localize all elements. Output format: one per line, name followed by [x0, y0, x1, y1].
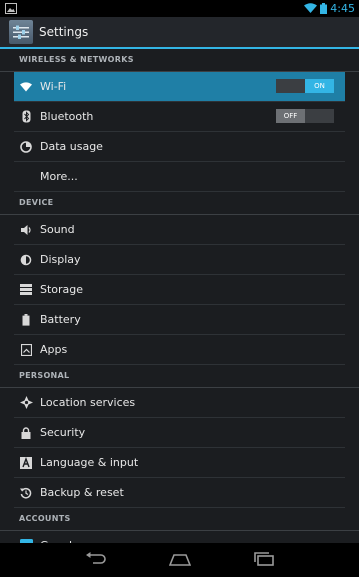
bluetooth-toggle[interactable]: OFF: [276, 109, 334, 123]
wifi-toggle[interactable]: ON: [276, 79, 334, 93]
status-bar: 4:45: [0, 0, 359, 17]
settings-item-label: Bluetooth: [40, 110, 94, 123]
data-usage-icon: [19, 140, 33, 154]
home-icon: [168, 551, 191, 570]
back-button[interactable]: [82, 550, 110, 570]
settings-item-apps[interactable]: Apps: [14, 335, 345, 365]
back-icon: [85, 551, 107, 570]
settings-item-storage[interactable]: Storage: [14, 275, 345, 305]
recent-apps-button[interactable]: [250, 550, 278, 570]
settings-item-language[interactable]: Language & input: [14, 448, 345, 478]
bluetooth-toggle-label: OFF: [276, 109, 305, 123]
settings-item-battery[interactable]: Battery: [14, 305, 345, 335]
section-header-personal: PERSONAL: [0, 365, 359, 388]
settings-item-label: Language & input: [40, 456, 139, 469]
settings-app-icon[interactable]: [9, 20, 33, 44]
settings-item-location[interactable]: Location services: [14, 388, 345, 418]
settings-item-label: Storage: [40, 283, 84, 296]
language-icon: [19, 456, 33, 470]
backup-icon: [19, 486, 33, 500]
settings-item-label: Apps: [40, 343, 68, 356]
wifi-toggle-label: ON: [305, 79, 334, 93]
display-icon: [19, 253, 33, 267]
battery-status-icon: [320, 0, 328, 18]
settings-item-label: Wi-Fi: [40, 80, 67, 93]
lock-icon: [19, 426, 33, 440]
settings-item-label: Data usage: [40, 140, 103, 153]
section-header-accounts: ACCOUNTS: [0, 508, 359, 531]
storage-icon: [19, 283, 33, 297]
notification-image-icon: [5, 0, 17, 18]
settings-item-label: Location services: [40, 396, 136, 409]
settings-item-display[interactable]: Display: [14, 245, 345, 275]
section-header-device: DEVICE: [0, 192, 359, 215]
settings-list: WIRELESS & NETWORKS Wi-Fi ON Bluetooth O…: [0, 49, 359, 561]
settings-item-label: Display: [40, 253, 81, 266]
settings-item-bluetooth[interactable]: Bluetooth OFF: [14, 102, 345, 132]
settings-item-security[interactable]: Security: [14, 418, 345, 448]
wifi-icon: [19, 80, 33, 94]
recent-apps-icon: [253, 551, 275, 570]
page-title: Settings: [39, 25, 89, 39]
settings-item-more[interactable]: More...: [14, 162, 345, 192]
settings-item-wifi[interactable]: Wi-Fi ON: [14, 72, 345, 102]
settings-item-label: Backup & reset: [40, 486, 124, 499]
bluetooth-icon: [19, 110, 33, 124]
status-time: 4:45: [330, 2, 355, 15]
home-button[interactable]: [166, 550, 194, 570]
settings-item-data-usage[interactable]: Data usage: [14, 132, 345, 162]
settings-item-label: More...: [40, 170, 78, 183]
location-icon: [19, 396, 33, 410]
settings-item-sound[interactable]: Sound: [14, 215, 345, 245]
navigation-bar: [0, 543, 359, 577]
settings-item-label: Security: [40, 426, 86, 439]
sound-icon: [19, 223, 33, 237]
action-bar: Settings: [0, 17, 359, 49]
battery-icon: [19, 313, 33, 327]
section-header-wireless: WIRELESS & NETWORKS: [0, 49, 359, 72]
wifi-signal-icon: [304, 0, 318, 18]
settings-item-backup[interactable]: Backup & reset: [14, 478, 345, 508]
settings-item-label: Sound: [40, 223, 75, 236]
settings-item-label: Battery: [40, 313, 81, 326]
apps-icon: [19, 343, 33, 357]
